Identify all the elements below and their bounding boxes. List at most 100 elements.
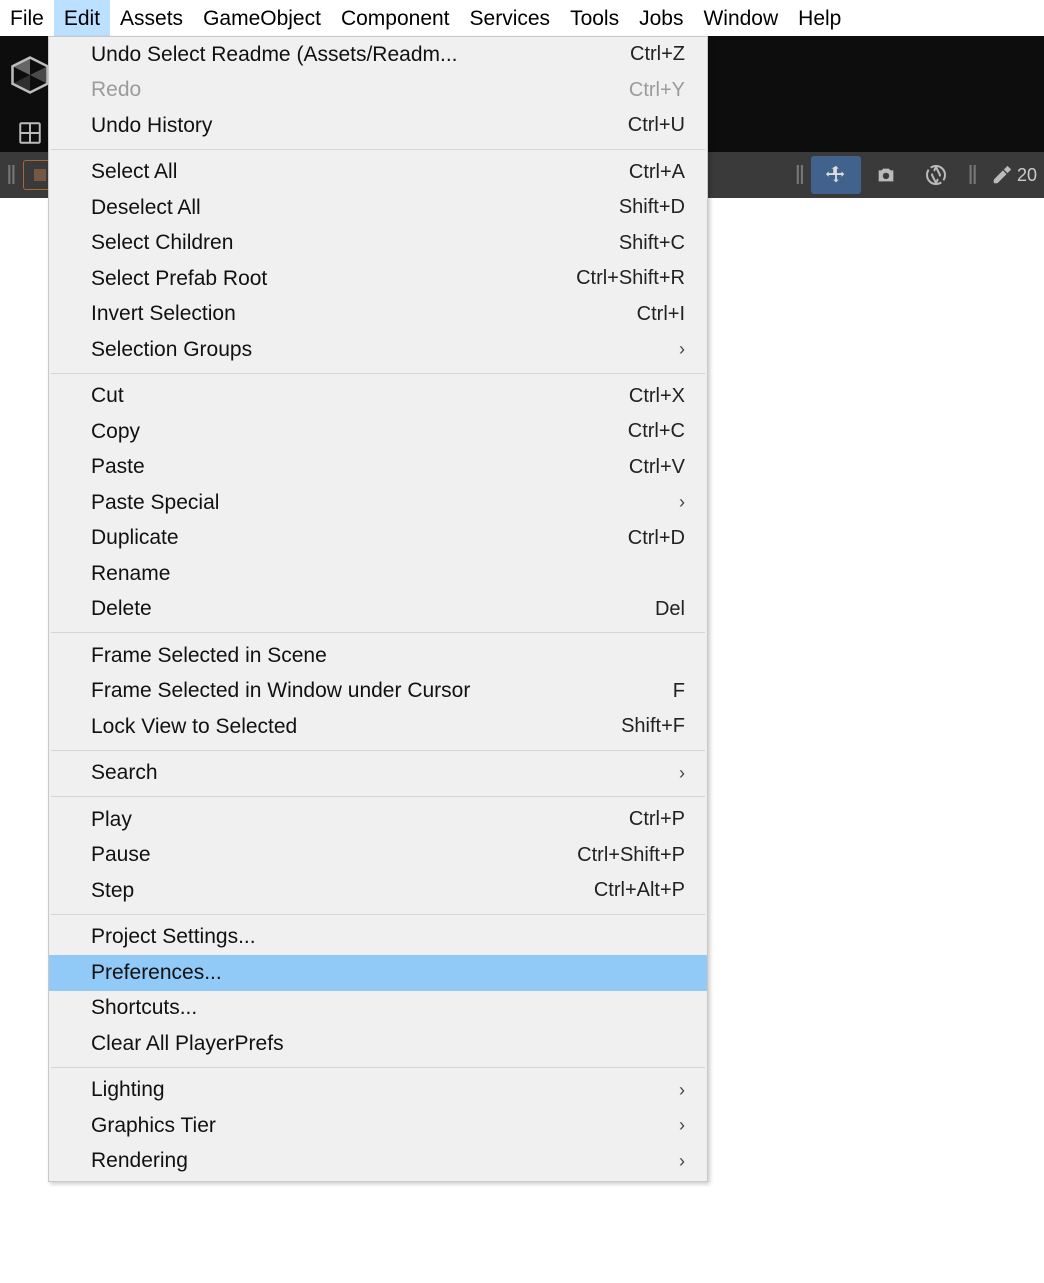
menu-item-paste-special[interactable]: Paste Special› (49, 485, 707, 521)
menubar-item-tools[interactable]: Tools (560, 0, 629, 36)
menu-item-shortcut: Del (655, 598, 685, 621)
menu-item-label: Undo Select Readme (Assets/Readm... (91, 43, 630, 67)
menu-item-shortcut: Ctrl+Z (630, 43, 685, 66)
menu-item-rename[interactable]: Rename (49, 556, 707, 592)
menu-item-paste[interactable]: PasteCtrl+V (49, 450, 707, 486)
menu-item-shortcut: Ctrl+C (628, 420, 685, 443)
menu-item-label: Undo History (91, 114, 628, 138)
menu-item-label: Step (91, 879, 594, 903)
menu-item-step[interactable]: StepCtrl+Alt+P (49, 873, 707, 909)
menu-item-label: Select Prefab Root (91, 267, 576, 291)
menu-separator (51, 149, 705, 150)
toolbar-separator: ‖ (789, 160, 812, 191)
menu-item-preferences[interactable]: Preferences... (49, 955, 707, 991)
unity-logo-icon (10, 55, 50, 95)
menu-item-clear-all-playerprefs[interactable]: Clear All PlayerPrefs (49, 1026, 707, 1062)
tool-button-move[interactable] (811, 156, 861, 194)
menu-item-delete[interactable]: DeleteDel (49, 592, 707, 628)
menubar-item-edit[interactable]: Edit (54, 0, 110, 36)
edit-dropdown: Undo Select Readme (Assets/Readm...Ctrl+… (48, 36, 708, 1182)
menu-item-label: Copy (91, 420, 628, 444)
menu-item-label: Cut (91, 384, 629, 408)
menu-separator (51, 796, 705, 797)
menu-separator (51, 373, 705, 374)
menu-item-shortcuts[interactable]: Shortcuts... (49, 991, 707, 1027)
menu-separator (51, 632, 705, 633)
menu-item-shortcut: Shift+D (619, 196, 685, 219)
menu-item-label: Delete (91, 597, 655, 621)
menu-item-frame-selected-in-window-under-cursor[interactable]: Frame Selected in Window under CursorF (49, 674, 707, 710)
menu-item-redo[interactable]: RedoCtrl+Y (49, 73, 707, 109)
tool-button-noexplore[interactable] (911, 156, 961, 194)
menu-item-cut[interactable]: CutCtrl+X (49, 379, 707, 415)
menu-item-shortcut: Ctrl+U (628, 114, 685, 137)
menu-item-undo-history[interactable]: Undo HistoryCtrl+U (49, 108, 707, 144)
menu-separator (51, 1067, 705, 1068)
menubar-item-assets[interactable]: Assets (110, 0, 193, 36)
menu-item-copy[interactable]: CopyCtrl+C (49, 414, 707, 450)
menu-item-shortcut: Ctrl+P (629, 808, 685, 831)
tool-button-camera[interactable] (861, 156, 911, 194)
menu-item-label: Play (91, 808, 629, 832)
menu-item-shortcut: Ctrl+X (629, 385, 685, 408)
menu-item-shortcut: Ctrl+Alt+P (594, 879, 685, 902)
menu-item-label: Project Settings... (91, 925, 685, 949)
menu-item-lock-view-to-selected[interactable]: Lock View to SelectedShift+F (49, 709, 707, 745)
menu-item-label: Invert Selection (91, 302, 637, 326)
menu-item-duplicate[interactable]: DuplicateCtrl+D (49, 521, 707, 557)
menu-item-shortcut: Shift+F (621, 715, 685, 738)
menu-item-rendering[interactable]: Rendering› (49, 1144, 707, 1180)
menubar-item-component[interactable]: Component (331, 0, 460, 36)
chevron-right-icon: › (679, 492, 685, 513)
menubar-item-gameobject[interactable]: GameObject (193, 0, 331, 36)
menubar: File Edit Assets GameObject Component Se… (0, 0, 1044, 36)
menu-item-label: Frame Selected in Scene (91, 644, 685, 668)
menu-item-label: Graphics Tier (91, 1114, 685, 1138)
menu-item-label: Pause (91, 843, 577, 867)
menu-item-frame-selected-in-scene[interactable]: Frame Selected in Scene (49, 638, 707, 674)
menu-item-play[interactable]: PlayCtrl+P (49, 802, 707, 838)
menubar-item-jobs[interactable]: Jobs (629, 0, 693, 36)
menu-item-select-all[interactable]: Select AllCtrl+A (49, 155, 707, 191)
menu-item-project-settings[interactable]: Project Settings... (49, 920, 707, 956)
menu-item-lighting[interactable]: Lighting› (49, 1073, 707, 1109)
menu-item-label: Search (91, 761, 685, 785)
menu-item-pause[interactable]: PauseCtrl+Shift+P (49, 838, 707, 874)
menubar-item-window[interactable]: Window (693, 0, 788, 36)
menu-item-graphics-tier[interactable]: Graphics Tier› (49, 1108, 707, 1144)
menu-item-label: Preferences... (91, 961, 685, 985)
menu-item-label: Lighting (91, 1078, 685, 1102)
menu-item-label: Rendering (91, 1149, 685, 1173)
toolbar-separator: ‖ (961, 160, 984, 191)
menu-item-shortcut: Ctrl+A (629, 161, 685, 184)
menu-item-label: Lock View to Selected (91, 715, 621, 739)
chevron-right-icon: › (679, 763, 685, 784)
menu-item-invert-selection[interactable]: Invert SelectionCtrl+I (49, 297, 707, 333)
menu-item-select-prefab-root[interactable]: Select Prefab RootCtrl+Shift+R (49, 261, 707, 297)
toolbar-separator: ‖ (0, 160, 23, 191)
menu-item-label: Select All (91, 160, 629, 184)
tool-button-draw[interactable]: 20 (984, 156, 1044, 194)
menu-item-selection-groups[interactable]: Selection Groups› (49, 332, 707, 368)
menu-item-shortcut: Ctrl+Shift+P (577, 844, 685, 867)
menubar-item-file[interactable]: File (0, 0, 54, 36)
menu-item-undo-select-readme-assets-readm[interactable]: Undo Select Readme (Assets/Readm...Ctrl+… (49, 37, 707, 73)
menu-item-label: Selection Groups (91, 338, 685, 362)
menu-item-search[interactable]: Search› (49, 756, 707, 792)
menu-item-label: Rename (91, 562, 685, 586)
menu-item-deselect-all[interactable]: Deselect AllShift+D (49, 190, 707, 226)
chevron-right-icon: › (679, 1080, 685, 1101)
menu-item-select-children[interactable]: Select ChildrenShift+C (49, 226, 707, 262)
menubar-item-services[interactable]: Services (460, 0, 561, 36)
menu-item-label: Clear All PlayerPrefs (91, 1032, 685, 1056)
menu-item-shortcut: Ctrl+Shift+R (576, 267, 685, 290)
chevron-right-icon: › (679, 1151, 685, 1172)
menu-item-label: Shortcuts... (91, 996, 685, 1020)
menu-item-label: Paste (91, 455, 629, 479)
grid-icon[interactable] (10, 113, 50, 153)
menu-item-label: Frame Selected in Window under Cursor (91, 679, 673, 703)
menu-item-shortcut: F (673, 680, 685, 703)
menubar-item-help[interactable]: Help (788, 0, 851, 36)
menu-separator (51, 914, 705, 915)
chevron-right-icon: › (679, 339, 685, 360)
